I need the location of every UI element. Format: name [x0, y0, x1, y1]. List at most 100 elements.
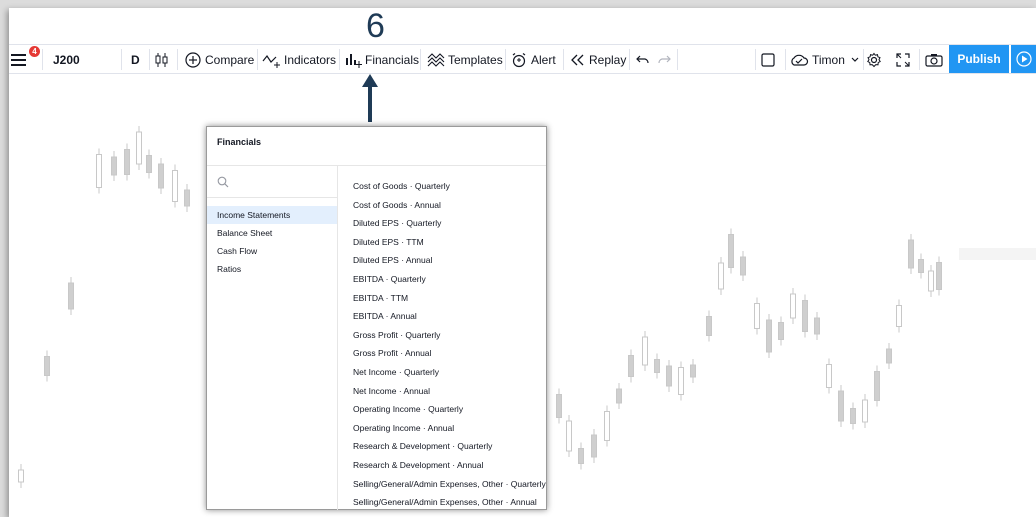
category-ratios[interactable]: Ratios — [207, 260, 337, 278]
candle-body — [838, 390, 844, 422]
candle-body — [642, 336, 648, 366]
publish-button[interactable]: Publish — [949, 45, 1009, 73]
financials-item[interactable]: Cost of Goods · Quarterly — [353, 177, 546, 196]
candle-body — [728, 234, 734, 268]
redo-button[interactable] — [657, 45, 675, 74]
candle-body — [850, 408, 856, 424]
candle-body — [111, 156, 117, 176]
camera-icon — [925, 53, 943, 67]
indicators-label: Indicators — [284, 52, 337, 67]
financials-item[interactable]: Net Income · Quarterly — [353, 363, 546, 382]
candle-body — [874, 371, 880, 401]
candle-body — [591, 434, 597, 458]
main-menu-button[interactable]: 4 — [11, 45, 41, 74]
candle-body — [44, 356, 50, 376]
search-icon — [217, 175, 229, 193]
candle-body — [928, 270, 934, 292]
candle-body — [918, 259, 924, 273]
rewind-icon — [571, 54, 585, 66]
candle-body — [766, 319, 772, 353]
financials-item[interactable]: Net Income · Annual — [353, 382, 546, 401]
candle-body — [556, 394, 562, 418]
financials-button[interactable]: Financials — [345, 45, 420, 74]
alert-label: Alert — [531, 52, 556, 67]
financials-item[interactable]: Operating Income · Quarterly — [353, 400, 546, 419]
financials-item[interactable]: Diluted EPS · Quarterly — [353, 214, 546, 233]
undo-button[interactable] — [636, 45, 654, 74]
candle-body — [886, 348, 892, 364]
financials-item[interactable]: EBITDA · Quarterly — [353, 270, 546, 289]
candle-body — [604, 411, 610, 441]
hamburger-menu-icon — [11, 53, 27, 66]
cloud-save-button[interactable]: Timon — [789, 45, 859, 74]
financials-item[interactable]: Selling/General/Admin Expenses, Other · … — [353, 475, 546, 494]
compare-button[interactable]: Compare — [185, 45, 257, 74]
alarm-clock-icon — [511, 52, 527, 68]
undo-icon — [636, 54, 650, 66]
pointer-arrow-icon — [362, 74, 378, 122]
indicators-button[interactable]: Indicators — [262, 45, 336, 74]
category-balance-sheet[interactable]: Balance Sheet — [207, 224, 337, 242]
financials-item[interactable]: Diluted EPS · TTM — [353, 233, 546, 252]
financials-item[interactable]: Diluted EPS · Annual — [353, 251, 546, 270]
top-toolbar: 4 J200 D Compare Indicators Financials T… — [9, 44, 1036, 74]
financials-item[interactable]: Gross Profit · Quarterly — [353, 326, 546, 345]
financials-icon — [345, 52, 363, 68]
replay-button[interactable]: Replay — [571, 45, 627, 74]
indicators-icon — [262, 52, 282, 68]
templates-button[interactable]: Templates — [427, 45, 505, 74]
redo-icon — [657, 54, 671, 66]
candle-body — [136, 131, 142, 165]
financials-item[interactable]: Gross Profit · Annual — [353, 344, 546, 363]
fullscreen-button[interactable] — [896, 45, 914, 74]
chevron-down-icon — [851, 57, 859, 63]
price-axis-tag — [959, 248, 1036, 260]
settings-button[interactable] — [866, 45, 884, 74]
candle-body — [18, 469, 24, 483]
alert-button[interactable]: Alert — [511, 45, 559, 74]
search-row — [207, 166, 337, 198]
financials-item[interactable]: EBITDA · TTM — [353, 289, 546, 308]
candle-body — [678, 367, 684, 395]
candle-body — [754, 303, 760, 329]
financials-item[interactable]: Research & Development · Quarterly — [353, 437, 546, 456]
gear-icon — [866, 52, 882, 68]
financials-item[interactable]: Operating Income · Annual — [353, 419, 546, 438]
fullscreen-icon — [896, 52, 910, 67]
candle-body — [936, 262, 942, 290]
play-circle-icon — [1015, 51, 1032, 67]
symbol-label: J200 — [53, 52, 80, 67]
category-list: Income Statements Balance Sheet Cash Flo… — [207, 166, 338, 510]
financials-item-list: Cost of Goods · Quarterly Cost of Goods ·… — [353, 177, 546, 512]
candle-body — [172, 170, 178, 202]
notification-badge: 4 — [29, 46, 40, 57]
templates-label: Templates — [448, 52, 503, 67]
candle-body — [908, 239, 914, 269]
category-income-statements[interactable]: Income Statements — [207, 206, 337, 224]
candle-body — [158, 163, 164, 189]
candle-body — [666, 365, 672, 387]
play-button[interactable] — [1011, 45, 1036, 73]
candle-body — [896, 305, 902, 327]
candle-body — [790, 293, 796, 319]
financials-item[interactable]: Research & Development · Annual — [353, 456, 546, 475]
snapshot-button[interactable] — [925, 45, 945, 74]
layout-button[interactable] — [761, 45, 779, 74]
symbol-search-button[interactable]: J200 — [53, 45, 123, 74]
candle-body — [826, 364, 832, 388]
financials-label: Financials — [365, 52, 420, 67]
financials-item[interactable]: Cost of Goods · Annual — [353, 196, 546, 215]
category-cash-flow[interactable]: Cash Flow — [207, 242, 337, 260]
cloud-check-icon — [789, 53, 809, 67]
replay-label: Replay — [589, 52, 627, 67]
compare-label: Compare — [205, 52, 255, 67]
interval-button[interactable]: D — [131, 45, 147, 74]
candle-body — [654, 359, 660, 373]
candle-body — [802, 300, 808, 332]
interval-label: D — [131, 52, 140, 67]
financials-item[interactable]: EBITDA · Annual — [353, 307, 546, 326]
search-input[interactable] — [233, 172, 331, 192]
financials-dialog: Financials Income Statements Balance She… — [206, 126, 547, 510]
financials-item[interactable]: Selling/General/Admin Expenses, Other · … — [353, 493, 546, 512]
chart-type-button[interactable] — [155, 45, 175, 74]
